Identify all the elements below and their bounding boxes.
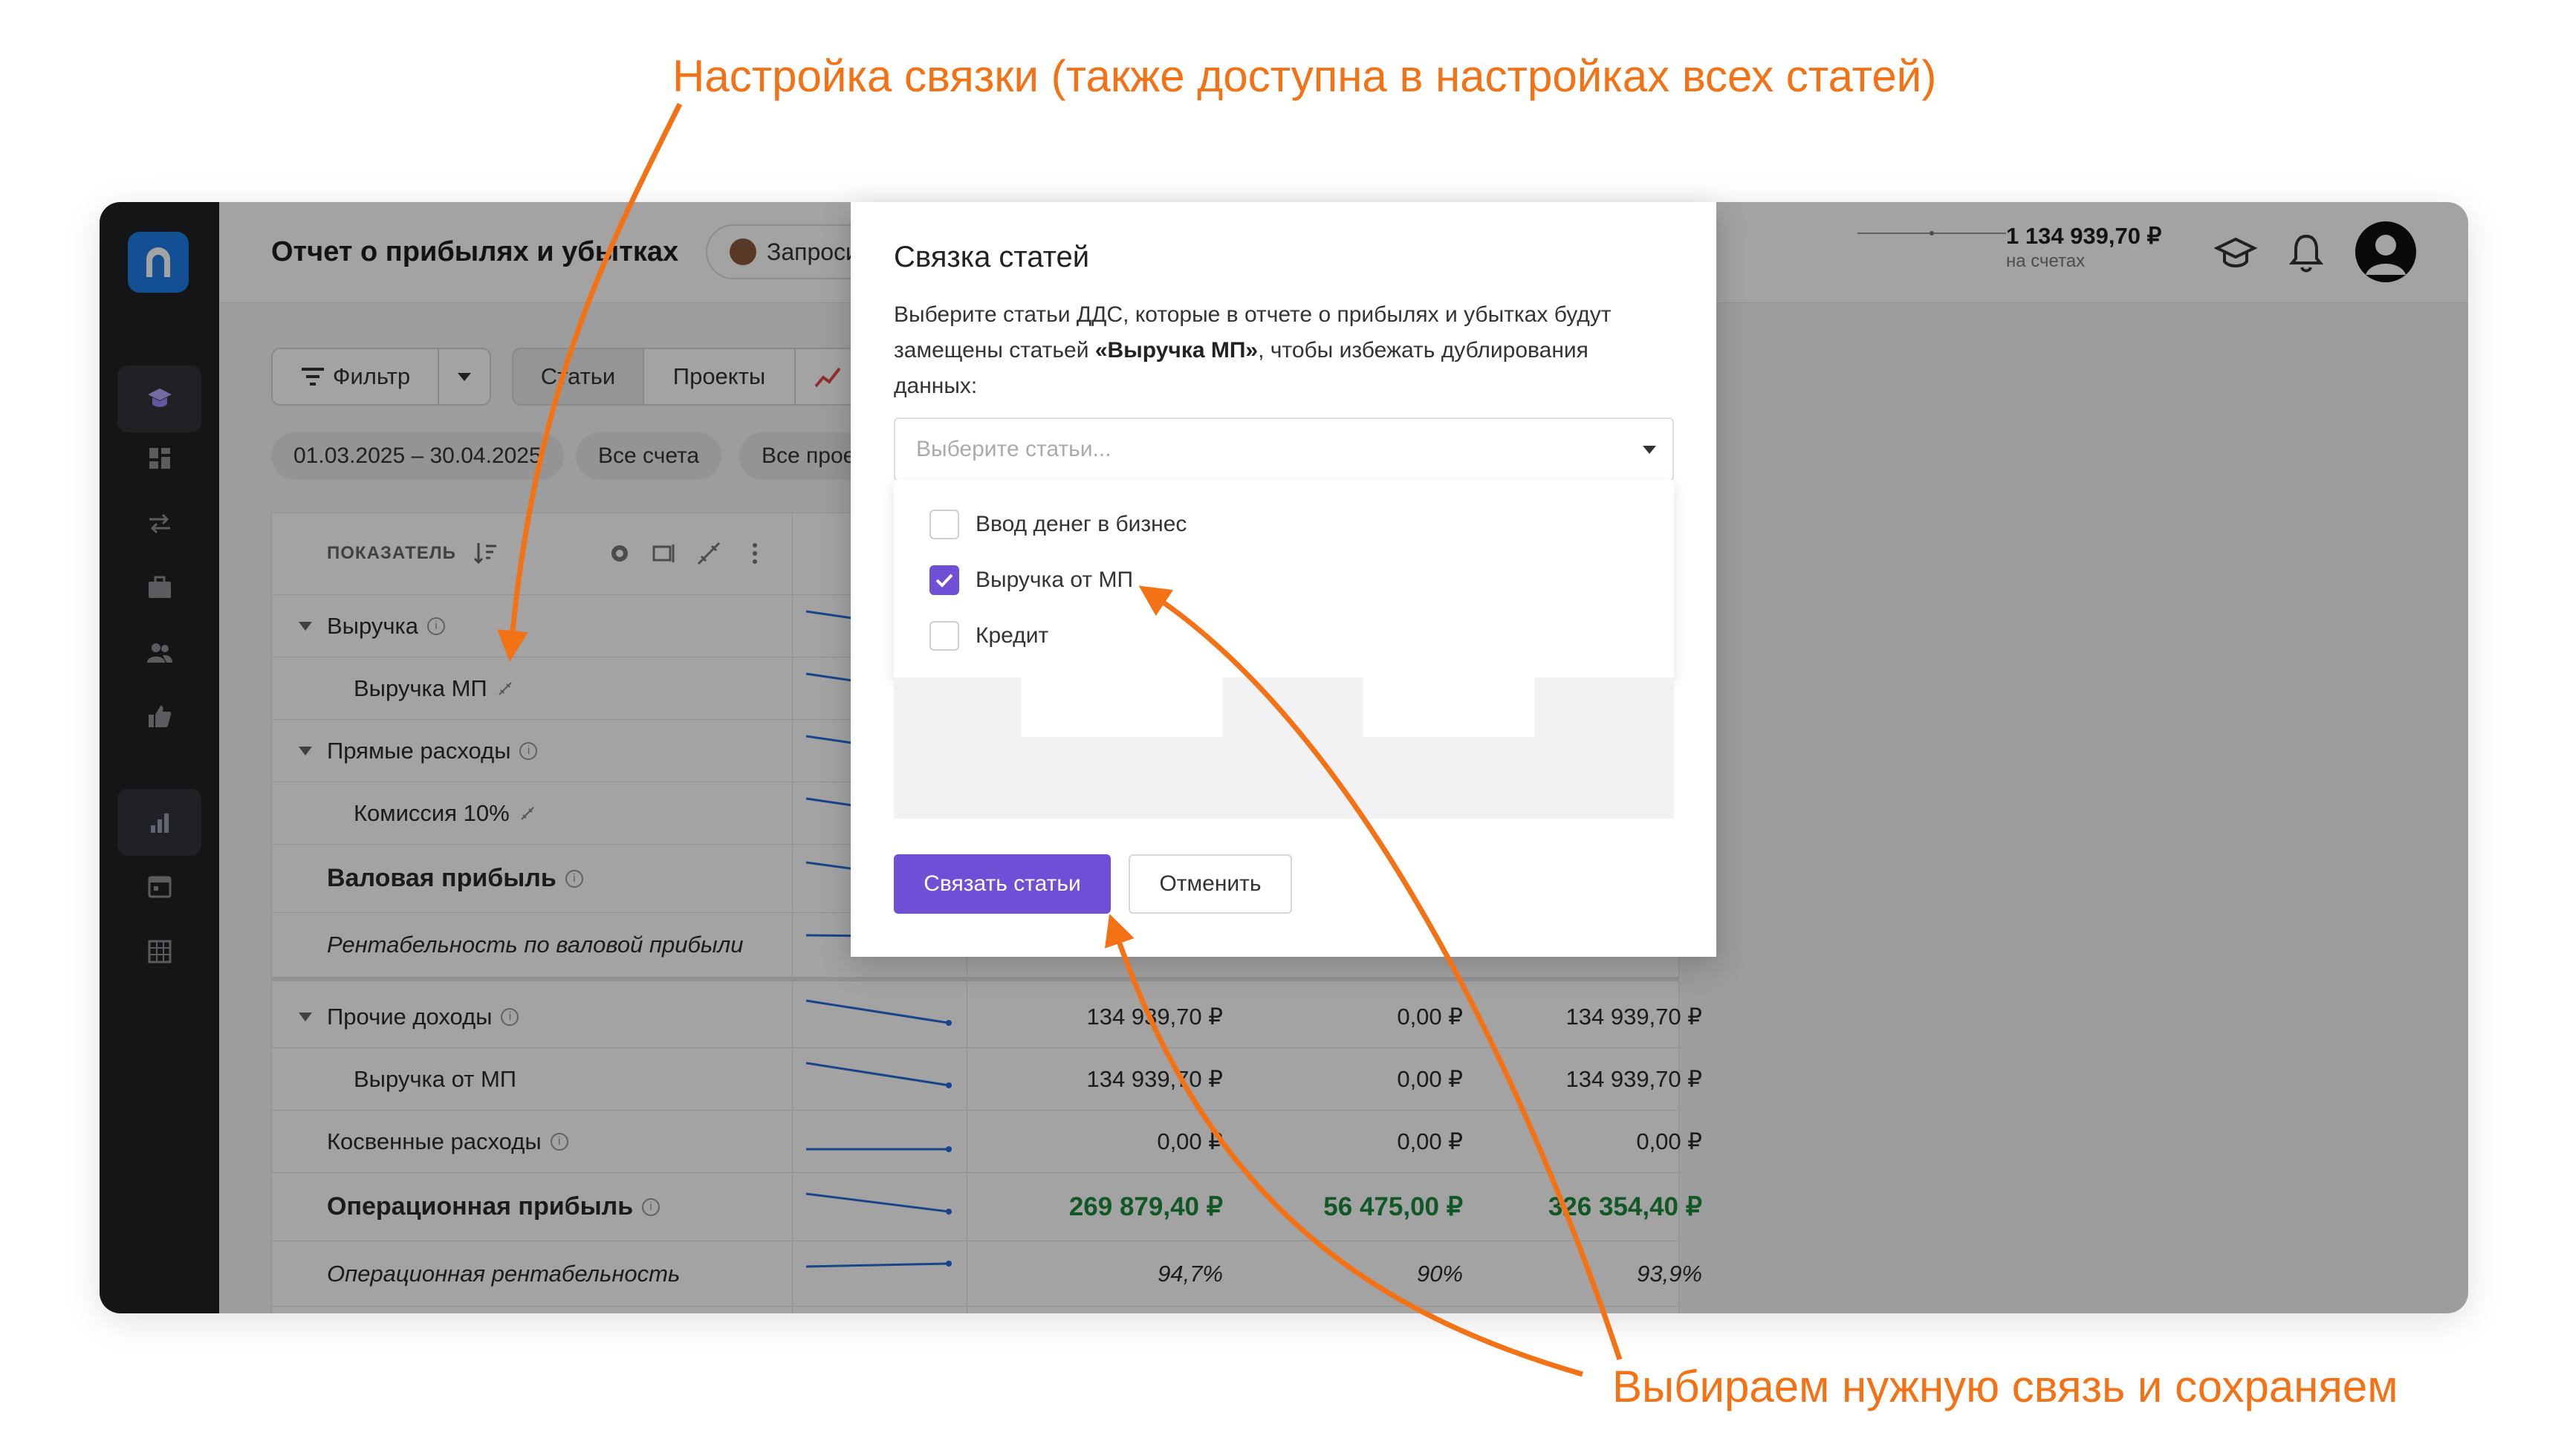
checkbox-checked[interactable] [929, 565, 959, 595]
link-articles-modal: Связка статей Выберите статьи ДДС, котор… [851, 202, 1716, 957]
option-investment[interactable]: Ввод денег в бизнес [929, 510, 1187, 539]
link-articles-button[interactable]: Связать статьи [894, 854, 1111, 914]
ghost-block [1363, 677, 1534, 737]
checkbox[interactable] [929, 621, 959, 651]
option-credit[interactable]: Кредит [929, 621, 1048, 651]
option-label: Кредит [976, 623, 1049, 648]
articles-select[interactable]: Выберите статьи... [894, 417, 1674, 481]
annotation-bottom: Выбираем нужную связь и сохраняем [1612, 1362, 2398, 1411]
annotation-top: Настройка связки (также доступна в настр… [672, 51, 1937, 101]
check-icon [935, 573, 953, 588]
option-label: Ввод денег в бизнес [976, 512, 1187, 536]
option-label: Выручка от МП [976, 568, 1134, 592]
ghost-block [1022, 677, 1222, 737]
checkbox[interactable] [929, 510, 959, 539]
modal-content-placeholder [894, 677, 1674, 819]
modal-title: Связка статей [894, 241, 1090, 273]
modal-description: Выберите статьи ДДС, которые в отчете о … [894, 302, 1612, 398]
cancel-button[interactable]: Отменить [1129, 854, 1292, 914]
option-mp-revenue[interactable]: Выручка от МП [929, 565, 1133, 595]
select-placeholder: Выберите статьи... [916, 437, 1111, 461]
articles-dropdown: Ввод денег в бизнес Выручка от МП Кредит [894, 480, 1674, 677]
chevron-down-icon[interactable] [1643, 446, 1656, 454]
